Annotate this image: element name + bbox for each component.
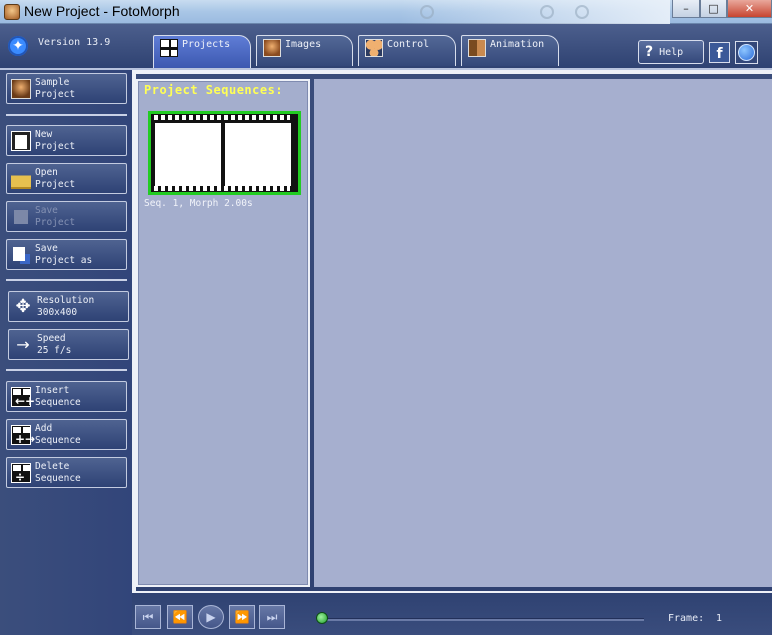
button-label-line1: Add [35,422,53,434]
button-label-line2: Project [35,140,76,152]
film-frame [225,123,291,186]
button-label-line1: New [35,128,53,140]
insert-sequence-button[interactable]: ←+ Insert Sequence [6,381,127,412]
fotomorph-logo-icon: ✦ [8,36,28,56]
panel-title: Project Sequences: [144,83,284,97]
tab-animation[interactable]: Animation [461,35,559,66]
help-label: Help [659,46,684,58]
button-label-line2: Project [35,178,76,190]
title-bar-background [400,0,670,24]
speed-button[interactable]: → Speed 25 f/s [8,329,129,360]
background-undo-icon [575,5,589,19]
frame-slider-track[interactable] [322,618,644,621]
button-label-line1: Resolution [37,294,95,306]
runner-icon: → [16,334,30,354]
film-frame [155,123,221,186]
button-label-line1: Save [35,204,58,216]
sequence-label: Seq. 1, Morph 2.00s [144,198,253,209]
film-perforation [154,115,290,120]
save-project-as-button[interactable]: Save Project as [6,239,127,270]
sample-project-button[interactable]: Sample Project [6,73,127,104]
project-sequences-panel: Project Sequences: Seq. 1, Morph 2.00s [136,79,310,587]
insert-sequence-icon: ←+ [11,386,35,407]
button-label-line1: Sample [35,76,70,88]
images-face-icon [263,39,281,57]
delete-sequence-icon: ÷ [11,462,31,483]
background-circle-icon [420,5,434,19]
button-label-line1: Open [35,166,58,178]
website-button[interactable] [735,41,758,64]
new-project-button[interactable]: New Project [6,125,127,156]
tab-label: Animation [490,39,545,50]
button-label-line2: Project [35,216,76,228]
sidebar: Sample Project New Project Open Project Sav… [0,70,132,635]
tab-label: Control [387,39,430,50]
button-label-line1: Delete [35,460,70,472]
sequence-thumbnail[interactable] [148,111,301,195]
globe-icon [738,44,755,61]
button-label-line2: Project [35,88,76,100]
playback-bar: ⏮ ⏪ ▶ ⏩ ⏭ Frame: 1 [132,591,772,635]
first-frame-button[interactable]: ⏮ [135,605,161,629]
resolution-button[interactable]: ✥ Resolution 300x400 [8,291,129,322]
facebook-button[interactable]: f [709,42,730,63]
close-button[interactable]: ✕ [727,0,772,18]
tab-label: Images [285,39,322,50]
app-window: ✦ Version 13.9 Projects Images Control A… [0,24,772,635]
tab-label: Projects [182,39,231,50]
tab-projects[interactable]: Projects [153,35,251,68]
save-project-button[interactable]: Save Project [6,201,127,232]
move-arrows-icon: ✥ [15,295,31,317]
projects-grid-icon [160,39,178,57]
app-icon [4,4,20,20]
minimize-button[interactable]: – [672,0,700,18]
divider [6,279,127,281]
play-button[interactable]: ▶ [198,605,224,629]
new-project-icon [11,130,31,151]
animation-icon [468,39,486,57]
main-view-area[interactable] [314,79,772,587]
last-frame-button[interactable]: ⏭ [259,605,285,629]
frame-value: 1 [716,613,723,624]
button-label-line2: Sequence [35,472,81,484]
button-label-line1: Speed [37,332,66,344]
help-button[interactable]: ? Help [638,40,704,64]
save-as-icon [11,244,31,265]
control-faces-icon [365,39,383,57]
question-icon: ? [645,44,654,60]
button-label-line2: Project as [35,254,93,266]
open-project-button[interactable]: Open Project [6,163,127,194]
maximize-button[interactable]: □ [700,0,727,18]
save-disk-icon [11,206,31,227]
sample-face-icon [11,78,31,99]
background-refresh-icon [540,5,554,19]
button-label-line2: Sequence [35,396,81,408]
frame-slider-knob[interactable] [316,612,328,624]
next-frame-button[interactable]: ⏩ [229,605,255,629]
delete-sequence-button[interactable]: ÷ Delete Sequence [6,457,127,488]
divider [6,369,127,371]
frame-label: Frame: [668,613,705,624]
button-label-line2: Sequence [35,434,81,446]
button-label-line1: Insert [35,384,70,396]
divider [6,114,127,116]
button-label-line1: Save [35,242,58,254]
add-sequence-button[interactable]: +→ Add Sequence [6,419,127,450]
window-title: New Project - FotoMorph [24,3,180,19]
version-label: Version 13.9 [38,37,111,48]
tab-control[interactable]: Control [358,35,456,66]
title-bar: New Project - FotoMorph – □ ✕ [0,0,772,24]
add-sequence-icon: +→ [11,424,35,445]
film-perforation [154,186,290,191]
button-label-line2: 25 f/s [37,344,72,356]
prev-frame-button[interactable]: ⏪ [167,605,193,629]
tab-images[interactable]: Images [256,35,353,66]
open-folder-icon [11,168,31,189]
top-toolbar: ✦ Version 13.9 Projects Images Control A… [0,24,772,70]
button-label-line2: 300x400 [37,306,78,318]
